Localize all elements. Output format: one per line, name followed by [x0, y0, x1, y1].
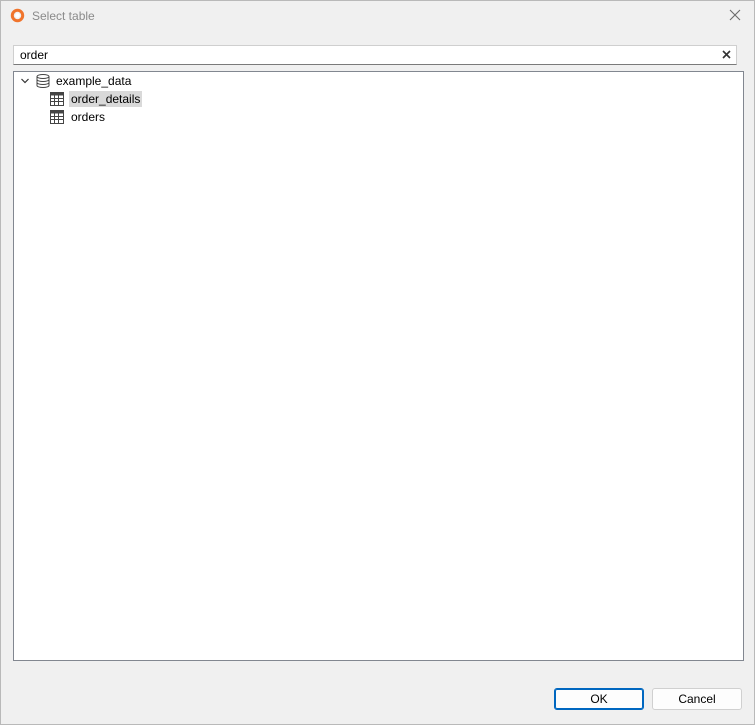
tree-node-table[interactable]: order_details — [49, 90, 143, 108]
dialog-title: Select table — [32, 9, 95, 23]
app-ring-icon — [10, 8, 25, 23]
select-table-dialog: Select table order example_data order_de… — [0, 0, 755, 725]
database-icon — [35, 73, 51, 89]
search-field[interactable] — [13, 45, 737, 65]
chevron-down-icon[interactable] — [19, 75, 31, 87]
cancel-button[interactable]: Cancel — [652, 688, 742, 710]
title-bar: Select table — [1, 1, 754, 31]
tree-node-database[interactable]: example_data — [19, 72, 133, 90]
table-tree[interactable]: example_data order_details orders — [13, 71, 744, 661]
clear-x-icon — [721, 48, 731, 62]
cancel-button-label: Cancel — [678, 692, 716, 706]
close-icon — [729, 9, 741, 24]
table-icon — [49, 91, 65, 107]
tree-node-label-table[interactable]: orders — [69, 109, 107, 125]
tree-node-label-table[interactable]: order_details — [69, 91, 143, 107]
tree-node-table[interactable]: orders — [49, 108, 107, 126]
clear-search-button[interactable] — [719, 48, 733, 62]
table-icon — [49, 109, 65, 125]
ok-button-label: OK — [590, 692, 608, 706]
search-input[interactable] — [20, 47, 710, 63]
tree-node-label-database[interactable]: example_data — [54, 73, 133, 89]
close-button[interactable] — [716, 1, 754, 31]
ok-button[interactable]: OK — [554, 688, 644, 710]
